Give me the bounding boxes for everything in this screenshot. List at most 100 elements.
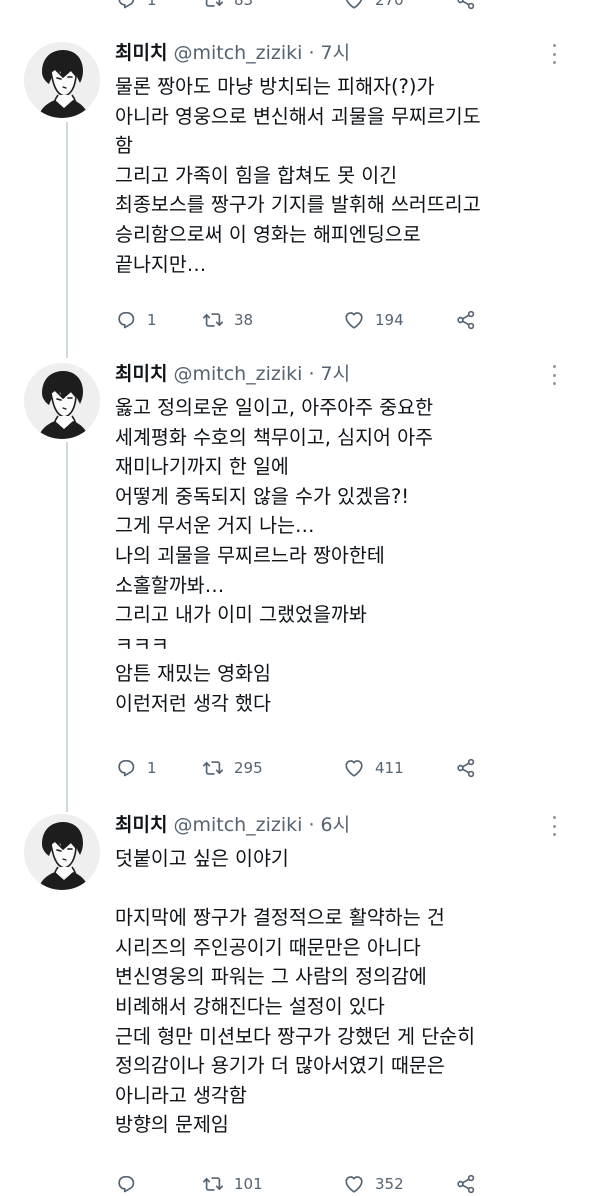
like-button[interactable]: 352 bbox=[343, 1172, 404, 1196]
like-count: 411 bbox=[375, 759, 404, 777]
tweet-text-line: 세계평화 수호의 책무이고, 심지어 아주 bbox=[115, 425, 434, 449]
share-button[interactable] bbox=[455, 0, 477, 12]
like-count: 270 bbox=[375, 0, 404, 9]
like-count: 352 bbox=[375, 1175, 404, 1193]
display-name[interactable]: 최미치 bbox=[115, 363, 167, 385]
tweet-text-line: 나의 괴물을 무찌르느라 짱아한테 bbox=[115, 543, 385, 567]
tweet-header: 최미치 @mitch_ziziki · 6시 bbox=[115, 810, 350, 840]
tweet-text-line: 재미나기까지 한 일에 bbox=[115, 455, 289, 479]
reply-button[interactable] bbox=[115, 1172, 147, 1196]
tweet-text-line: 비례해서 강해진다는 설정이 있다 bbox=[115, 994, 385, 1018]
tweet-text-line: 아니라 영웅으로 변신해서 괴물을 무찌르기도 bbox=[115, 104, 481, 128]
tweet-text-line: ㅋㅋㅋ bbox=[115, 632, 169, 656]
reply-count: 1 bbox=[147, 0, 157, 9]
heart-icon bbox=[343, 309, 365, 331]
tweet-text-line: 끝나지만… bbox=[115, 252, 207, 276]
display-name[interactable]: 최미치 bbox=[115, 42, 167, 64]
tweet-text-line: 아니라고 생각함 bbox=[115, 1083, 247, 1107]
retweet-icon bbox=[202, 309, 224, 331]
reply-icon bbox=[115, 1173, 137, 1195]
retweet-button[interactable]: 83 bbox=[202, 0, 253, 12]
reply-count: 1 bbox=[147, 759, 157, 777]
reply-button[interactable]: 1 bbox=[115, 308, 157, 332]
user-handle[interactable]: @mitch_ziziki bbox=[173, 363, 302, 385]
tweet-text-line: 그리고 내가 이미 그랬었을까봐 bbox=[115, 603, 367, 627]
share-icon bbox=[455, 757, 477, 779]
share-icon bbox=[455, 1173, 477, 1195]
user-handle[interactable]: @mitch_ziziki bbox=[173, 814, 302, 836]
tweet-text-line: 최종보스를 짱구가 기지를 발휘해 쓰러뜨리고 bbox=[115, 193, 481, 217]
tweet-text-line: 변신영웅의 파워는 그 사람의 정의감에 bbox=[115, 965, 427, 989]
like-count: 194 bbox=[375, 311, 404, 329]
reply-icon bbox=[115, 757, 137, 779]
tweet[interactable]: 최미치 @mitch_ziziki · 7시 옳고 정의로운 일이고, 아주아주 중… bbox=[0, 359, 591, 789]
more-icon[interactable] bbox=[549, 365, 559, 385]
like-button[interactable]: 194 bbox=[343, 308, 404, 332]
retweet-icon bbox=[202, 757, 224, 779]
reply-button[interactable]: 1 bbox=[115, 756, 157, 780]
timestamp[interactable]: · 7시 bbox=[308, 42, 350, 64]
avatar-image bbox=[24, 42, 100, 118]
retweet-icon bbox=[202, 1173, 224, 1195]
tweet-actions: 1 295 411 bbox=[115, 756, 475, 780]
tweet-text-line: 그게 무서운 거지 나는… bbox=[115, 514, 315, 538]
reply-count: 1 bbox=[147, 311, 157, 329]
tweet-text-line: 마지막에 짱구가 결정적으로 활약하는 건 bbox=[115, 906, 445, 930]
heart-icon bbox=[343, 757, 365, 779]
tweet-actions: 101 352 bbox=[115, 1172, 475, 1196]
tweet-actions: 1 38 194 bbox=[115, 308, 475, 332]
tweet-text-line: 시리즈의 주인공이기 때문만은 아니다 bbox=[115, 935, 421, 959]
previous-tweet-actions: 1 83 270 bbox=[115, 0, 475, 12]
heart-icon bbox=[343, 1173, 365, 1195]
retweet-count: 83 bbox=[234, 0, 254, 9]
display-name[interactable]: 최미치 bbox=[115, 814, 167, 836]
tweet[interactable]: 최미치 @mitch_ziziki · 7시 물론 짱아도 마냥 방치되는 피해자(… bbox=[0, 38, 591, 338]
share-button[interactable] bbox=[455, 308, 477, 332]
tweet[interactable]: 최미치 @mitch_ziziki · 6시 덧붙이고 싶은 이야기 마지막에 짱구… bbox=[0, 810, 591, 1182]
tweet-text-line: 어떻게 중독되지 않을 수가 있겠음?! bbox=[115, 484, 410, 508]
tweet-text-line: 이런저런 생각 했다 bbox=[115, 691, 271, 715]
avatar[interactable] bbox=[24, 814, 100, 890]
user-handle[interactable]: @mitch_ziziki bbox=[173, 42, 302, 64]
retweet-count: 38 bbox=[234, 311, 254, 329]
retweet-icon bbox=[202, 0, 224, 11]
retweet-count: 295 bbox=[234, 759, 263, 777]
tweet-text-line: 소홀할까봐… bbox=[115, 573, 225, 597]
share-button[interactable] bbox=[455, 756, 477, 780]
tweet-text: 옳고 정의로운 일이고, 아주아주 중요한 세계평화 수호의 책무이고, 심지어… bbox=[115, 393, 571, 719]
timestamp[interactable]: · 6시 bbox=[308, 814, 350, 836]
reply-icon bbox=[115, 0, 137, 11]
retweet-button[interactable]: 101 bbox=[202, 1172, 263, 1196]
tweet-text-line: 암튼 재밌는 영화임 bbox=[115, 662, 271, 686]
tweet-text-line: 근데 형만 미션보다 짱구가 강했던 게 단순히 bbox=[115, 1024, 476, 1048]
like-button[interactable]: 270 bbox=[343, 0, 404, 12]
share-icon bbox=[455, 309, 477, 331]
tweet-text-line: 옳고 정의로운 일이고, 아주아주 중요한 bbox=[115, 396, 434, 419]
tweet-header: 최미치 @mitch_ziziki · 7시 bbox=[115, 359, 350, 389]
tweet-text-line: 정의감이나 용기가 더 많아서였기 때문은 bbox=[115, 1054, 445, 1078]
more-icon[interactable] bbox=[549, 44, 559, 64]
retweet-button[interactable]: 38 bbox=[202, 308, 253, 332]
like-button[interactable]: 411 bbox=[343, 756, 404, 780]
avatar-image bbox=[24, 363, 100, 439]
tweet-text: 덧붙이고 싶은 이야기 마지막에 짱구가 결정적으로 활약하는 건 시리즈의 주… bbox=[115, 844, 571, 1140]
tweet-text-line bbox=[115, 874, 571, 904]
tweet-text-line: 덧붙이고 싶은 이야기 bbox=[115, 847, 289, 870]
tweet-header: 최미치 @mitch_ziziki · 7시 bbox=[115, 38, 350, 68]
avatar[interactable] bbox=[24, 363, 100, 439]
tweet-text-line: 승리함으로써 이 영화는 해피엔딩으로 bbox=[115, 222, 421, 246]
share-icon bbox=[455, 0, 477, 11]
retweet-button[interactable]: 295 bbox=[202, 756, 263, 780]
tweet-text-line: 그리고 가족이 힘을 합쳐도 못 이긴 bbox=[115, 163, 398, 187]
tweet-text-line: 물론 짱아도 마냥 방치되는 피해자(?)가 bbox=[115, 75, 435, 98]
tweet-text-line: 방향의 문제임 bbox=[115, 1113, 229, 1137]
tweet-text: 물론 짱아도 마냥 방치되는 피해자(?)가 아니라 영웅으로 변신해서 괴물을… bbox=[115, 72, 571, 279]
heart-icon bbox=[343, 0, 365, 11]
tweet-text-line: 함 bbox=[115, 134, 133, 158]
reply-icon bbox=[115, 309, 137, 331]
avatar[interactable] bbox=[24, 42, 100, 118]
share-button[interactable] bbox=[455, 1172, 477, 1196]
timestamp[interactable]: · 7시 bbox=[308, 363, 350, 385]
more-icon[interactable] bbox=[549, 816, 559, 836]
reply-button[interactable]: 1 bbox=[115, 0, 157, 12]
